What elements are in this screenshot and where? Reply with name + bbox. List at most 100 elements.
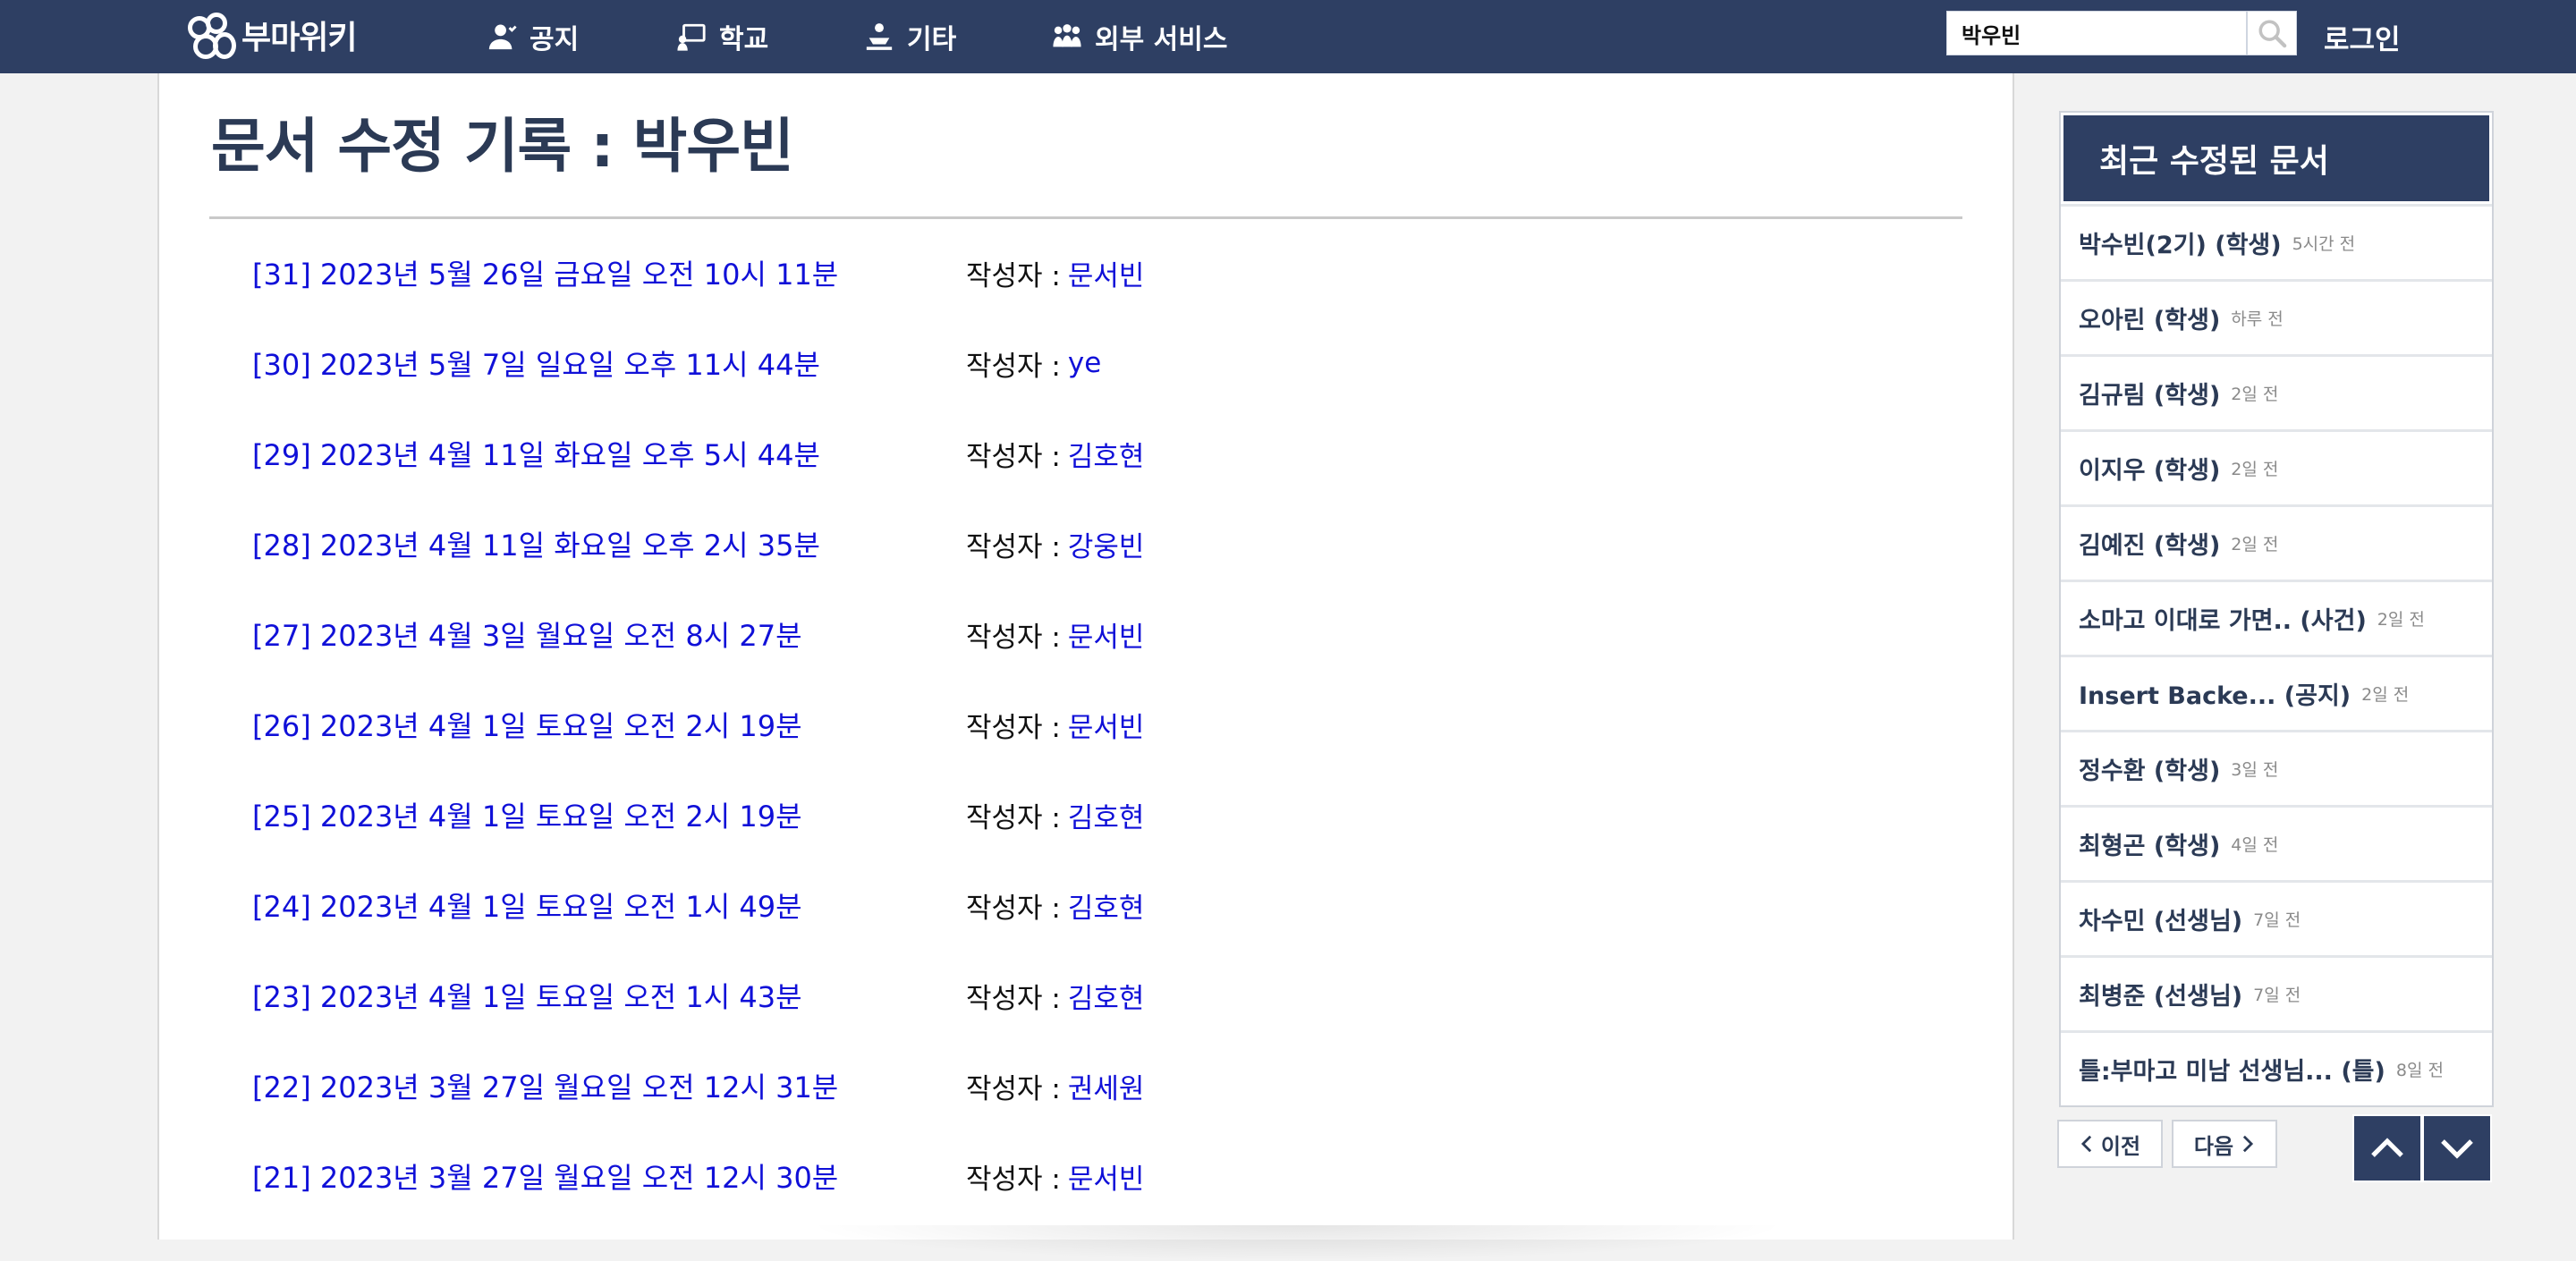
next-page-button[interactable]: 다음 (2172, 1120, 2277, 1168)
nav-item-label: 학교 (719, 24, 769, 55)
recent-doc-title: 최형곤 (학생) (2079, 833, 2221, 860)
site-logo[interactable]: 부마위키 (186, 7, 357, 63)
recent-doc-title: 오아린 (학생) (2079, 307, 2221, 334)
prev-page-label: 이전 (2100, 1133, 2141, 1159)
revision-link[interactable]: [22] 2023년 3월 27일 월요일 오전 12시 31분 (252, 1065, 966, 1106)
author-link[interactable]: 문서빈 (1068, 253, 1145, 293)
nav-item-misc[interactable]: 기타 (864, 13, 956, 61)
author-label: 작성자 : (966, 711, 1061, 744)
author-label: 작성자 : (966, 440, 1061, 473)
recent-doc-title: 소마고 이대로 가면.. (사건) (2079, 607, 2367, 635)
next-page-label: 다음 (2193, 1133, 2234, 1159)
author-link[interactable]: 권세원 (1068, 1066, 1145, 1106)
recent-doc-item[interactable]: 소마고 이대로 가면.. (사건) 2일 전 (2061, 580, 2492, 655)
nav-item-label: 공지 (530, 24, 580, 55)
recent-doc-time: 2일 전 (2231, 385, 2279, 404)
author-link[interactable]: 김호현 (1068, 885, 1145, 926)
author-link[interactable]: 강웅빈 (1068, 524, 1145, 564)
logo-mark-icon (186, 13, 236, 59)
search-button[interactable] (2247, 11, 2297, 55)
recent-doc-title: 이지우 (학생) (2079, 457, 2221, 485)
recent-doc-title: Insert Backe... (공지) (2079, 682, 2351, 710)
revision-row: [25] 2023년 4월 1일 토요일 오전 2시 19분 작성자 : 김호현 (252, 792, 1326, 837)
recent-doc-time: 2일 전 (2231, 535, 2279, 554)
recent-doc-time: 5시간 전 (2292, 234, 2356, 254)
page-title: 문서 수정 기록 : 박우빈 (211, 112, 794, 181)
chevron-down-icon (2441, 1139, 2473, 1159)
recent-doc-item[interactable]: 최병준 (선생님) 7일 전 (2061, 955, 2492, 1030)
search-icon (2258, 20, 2287, 48)
logo-text: 부마위키 (242, 20, 357, 56)
author-label: 작성자 : (966, 892, 1061, 925)
author-link[interactable]: 김호현 (1068, 434, 1145, 474)
recent-doc-item[interactable]: 이지우 (학생) 2일 전 (2061, 429, 2492, 504)
prev-page-button[interactable]: 이전 (2057, 1120, 2163, 1168)
author-link[interactable]: ye (1068, 347, 1101, 379)
recent-doc-time: 2일 전 (2377, 610, 2425, 630)
nav-item-external-services[interactable]: 외부 서비스 (1052, 13, 1227, 61)
revision-link[interactable]: [24] 2023년 4월 1일 토요일 오전 1시 49분 (252, 884, 966, 926)
revision-link[interactable]: [23] 2023년 4월 1일 토요일 오전 1시 43분 (252, 975, 966, 1016)
author-label: 작성자 : (966, 1163, 1061, 1196)
recent-doc-title: 김예진 (학생) (2079, 532, 2221, 560)
misc-icon (866, 23, 893, 50)
revision-link[interactable]: [30] 2023년 5월 7일 일요일 오후 11시 44분 (252, 343, 966, 384)
school-icon (677, 23, 706, 51)
author-link[interactable]: 김호현 (1068, 976, 1145, 1016)
recent-doc-time: 7일 전 (2253, 986, 2301, 1005)
recent-doc-item[interactable]: Insert Backe... (공지) 2일 전 (2061, 655, 2492, 730)
revision-link[interactable]: [26] 2023년 4월 1일 토요일 오전 2시 19분 (252, 704, 966, 745)
revision-link[interactable]: [27] 2023년 4월 3일 월요일 오전 8시 27분 (252, 614, 966, 655)
revision-link[interactable]: [28] 2023년 4월 11일 화요일 오후 2시 35분 (252, 523, 966, 564)
users-icon (1053, 24, 1081, 47)
search-box (1946, 11, 2248, 55)
recent-doc-item[interactable]: 박수빈(2기) (학생) 5시간 전 (2061, 204, 2492, 279)
recent-doc-item[interactable]: 오아린 (학생) 하루 전 (2061, 279, 2492, 354)
chevron-right-icon (2242, 1135, 2254, 1153)
author-link[interactable]: 문서빈 (1068, 705, 1145, 745)
recent-doc-time: 8일 전 (2395, 1061, 2444, 1080)
recent-doc-title: 차수민 (선생님) (2079, 908, 2243, 935)
revision-link[interactable]: [31] 2023년 5월 26일 금요일 오전 10시 11분 (252, 252, 966, 293)
login-button[interactable]: 로그인 (2324, 13, 2401, 61)
scroll-down-button[interactable] (2422, 1114, 2492, 1182)
author-label: 작성자 : (966, 801, 1061, 834)
revision-row: [22] 2023년 3월 27일 월요일 오전 12시 31분 작성자 : 권세원 (252, 1063, 1326, 1108)
nav-item-notice[interactable]: 공지 (487, 13, 579, 61)
author-label: 작성자 : (966, 621, 1061, 654)
revision-row: [31] 2023년 5월 26일 금요일 오전 10시 11분 작성자 : 문서빈 (252, 250, 1326, 295)
author-label: 작성자 : (966, 350, 1061, 383)
nav-item-label: 기타 (907, 24, 957, 55)
recent-doc-title: 틀:부마고 미남 선생님... (틀) (2079, 1058, 2385, 1086)
revision-link[interactable]: [25] 2023년 4월 1일 토요일 오전 2시 19분 (252, 794, 966, 835)
recent-doc-item[interactable]: 차수민 (선생님) 7일 전 (2061, 880, 2492, 955)
author-link[interactable]: 문서빈 (1068, 614, 1145, 655)
recent-doc-time: 2일 전 (2361, 685, 2410, 705)
chevron-up-icon (2371, 1138, 2403, 1157)
recent-doc-item[interactable]: 김예진 (학생) 2일 전 (2061, 504, 2492, 580)
bottom-shadow (805, 1225, 1789, 1261)
recent-doc-item[interactable]: 김규림 (학생) 2일 전 (2061, 354, 2492, 429)
author-label: 작성자 : (966, 259, 1061, 292)
author-label: 작성자 : (966, 982, 1061, 1015)
revision-link[interactable]: [21] 2023년 3월 27일 월요일 오전 12시 30분 (252, 1155, 966, 1197)
recent-doc-time: 2일 전 (2231, 460, 2279, 479)
recent-doc-item[interactable]: 틀:부마고 미남 선생님... (틀) 8일 전 (2061, 1030, 2492, 1105)
author-link[interactable]: 김호현 (1068, 795, 1145, 835)
top-navbar: 부마위키 공지 학교 기타 외부 서비스 박우빈 로그인 (0, 0, 2576, 73)
search-input[interactable] (1947, 12, 2248, 55)
recent-doc-item[interactable]: 최형곤 (학생) 4일 전 (2061, 805, 2492, 880)
recent-doc-item[interactable]: 정수환 (학생) 3일 전 (2061, 730, 2492, 805)
revision-row: [23] 2023년 4월 1일 토요일 오전 1시 43분 작성자 : 김호현 (252, 973, 1326, 1018)
nav-item-school[interactable]: 학교 (676, 13, 768, 61)
revision-link[interactable]: [29] 2023년 4월 11일 화요일 오후 5시 44분 (252, 433, 966, 474)
revision-row: [27] 2023년 4월 3일 월요일 오전 8시 27분 작성자 : 문서빈 (252, 612, 1326, 656)
scroll-up-button[interactable] (2352, 1114, 2422, 1182)
revision-row: [29] 2023년 4월 11일 화요일 오후 5시 44분 작성자 : 김호현 (252, 431, 1326, 476)
recent-doc-title: 김규림 (학생) (2079, 382, 2221, 410)
recent-docs-list: 박수빈(2기) (학생) 5시간 전 오아린 (학생) 하루 전김규림 (학생) 2일 … (2061, 204, 2492, 1105)
revision-row: [28] 2023년 4월 11일 화요일 오후 2시 35분 작성자 : 강웅빈 (252, 521, 1326, 566)
recent-docs-panel: 최근 수정된 문서 박수빈(2기) (학생) 5시간 전 오아린 (학생) 하루 전김… (2059, 111, 2494, 1107)
author-link[interactable]: 문서빈 (1068, 1156, 1145, 1197)
recent-doc-time: 7일 전 (2253, 910, 2301, 930)
